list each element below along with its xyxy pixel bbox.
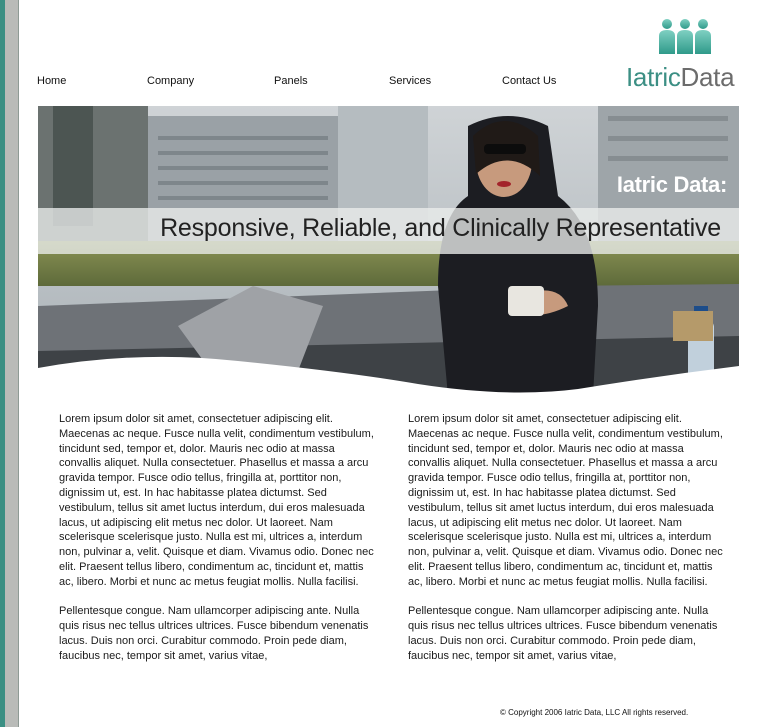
nav-item-services[interactable]: Services [389, 75, 431, 87]
brand-wordmark: IatricData [626, 62, 735, 92]
hero-banner: Iatric Data: Responsive, Reliable, and C… [38, 106, 739, 396]
content-column-left: Lorem ipsum dolor sit amet, consectetuer… [59, 412, 377, 678]
brand-wordmark-part1: Iatric [626, 62, 681, 92]
people-logo-icon [659, 19, 711, 54]
hero-title: Iatric Data: [616, 172, 727, 197]
nav-item-panels[interactable]: Panels [274, 75, 308, 87]
content-column-right: Lorem ipsum dolor sit amet, consectetuer… [408, 412, 726, 678]
hero-subtitle: Responsive, Reliable, and Clinically Rep… [160, 214, 721, 242]
paragraph: Pellentesque congue. Nam ullamcorper adi… [408, 605, 718, 662]
footer-copyright: © Copyright 2006 Iatric Data, LLC All ri… [500, 708, 689, 717]
paragraph: Lorem ipsum dolor sit amet, consectetuer… [59, 413, 374, 588]
logo[interactable]: IatricData [622, 18, 746, 92]
side-divider-line [18, 0, 19, 727]
nav-item-contact-us[interactable]: Contact Us [502, 75, 556, 87]
paragraph: Pellentesque congue. Nam ullamcorper adi… [59, 605, 369, 662]
paragraph: Lorem ipsum dolor sit amet, consectetuer… [408, 413, 723, 588]
nav-item-home[interactable]: Home [37, 75, 66, 87]
brand-wordmark-part2: Data [680, 62, 735, 92]
nav-item-company[interactable]: Company [147, 75, 194, 87]
side-grey-bar [5, 0, 18, 727]
